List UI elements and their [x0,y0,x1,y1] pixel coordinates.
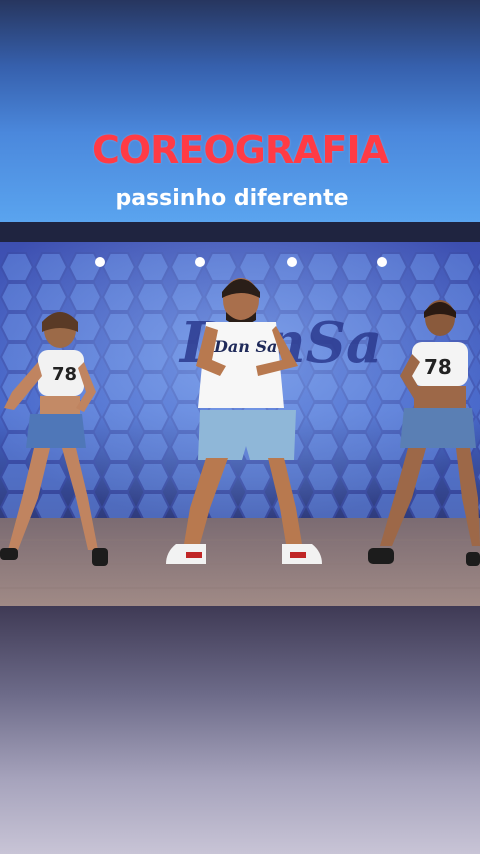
video-frame[interactable]: DanSa 78 Dan S [0,222,480,606]
dance-floor [0,518,480,606]
bottom-background [0,606,480,854]
overlay-title: COREOGRAFIA [91,128,389,172]
shirt-text-center: Dan Sa [213,337,277,356]
shirt-number-left: 78 [52,364,77,385]
overlay-subtitle: passinho diferente [115,186,349,211]
dance-scene: DanSa 78 Dan S [0,222,480,606]
shirt-number-right: 78 [424,355,452,379]
